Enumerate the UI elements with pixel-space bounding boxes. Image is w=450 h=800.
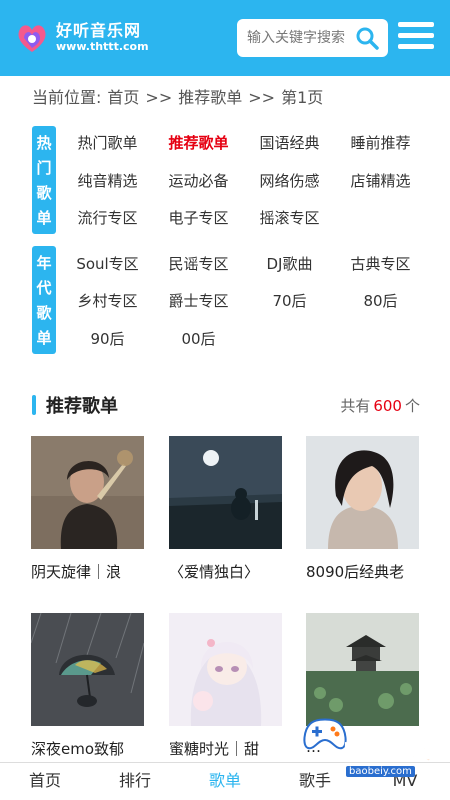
menu-icon-bar bbox=[398, 22, 434, 27]
count-prefix: 共有 bbox=[340, 397, 371, 415]
hot-playlists-category: 热 门 歌 单 热门歌单 推荐歌单 国语经典 睡前推荐 纯音精选 运动必备 网络… bbox=[32, 126, 422, 236]
category-item-folk[interactable]: 民谣专区 bbox=[153, 253, 244, 274]
category-item-80s[interactable]: 80后 bbox=[335, 290, 426, 311]
era-category-tag: 年 代 歌 单 bbox=[32, 246, 56, 354]
category-item-pop[interactable]: 流行专区 bbox=[62, 207, 153, 228]
playlist-cover bbox=[31, 613, 144, 726]
tag-char: 单 bbox=[36, 209, 52, 227]
playlist-title: 阴天旋律｜浪 bbox=[31, 563, 122, 581]
category-item-electronic[interactable]: 电子专区 bbox=[153, 207, 244, 228]
playlist-card[interactable]: 8090后经典老 bbox=[306, 436, 419, 582]
search-button[interactable] bbox=[347, 19, 387, 57]
menu-icon-bar bbox=[398, 33, 434, 38]
playlist-card[interactable]: 阴天旋律｜浪 bbox=[31, 436, 144, 582]
category-item-jazz[interactable]: 爵士专区 bbox=[153, 290, 244, 311]
category-item-bedtime[interactable]: 睡前推荐 bbox=[335, 132, 426, 153]
tag-char: 单 bbox=[36, 329, 52, 347]
category-item-workout[interactable]: 运动必备 bbox=[153, 170, 244, 191]
breadcrumb-separator: >> bbox=[145, 88, 173, 107]
nav-playlists[interactable]: 歌单 bbox=[180, 763, 270, 800]
category-item-00s[interactable]: 00后 bbox=[153, 328, 244, 349]
era-playlists-category: 年 代 歌 单 Soul专区 民谣专区 DJ歌曲 古典专区 乡村专区 爵士专区 … bbox=[32, 246, 422, 356]
tag-char: 歌 bbox=[36, 304, 52, 322]
category-item-70s[interactable]: 70后 bbox=[244, 290, 335, 311]
breadcrumb-prefix: 当前位置: bbox=[32, 88, 102, 107]
menu-icon-bar bbox=[398, 44, 434, 49]
breadcrumb-page: 第1页 bbox=[281, 88, 324, 107]
category-item-recommended[interactable]: 推荐歌单 bbox=[153, 132, 244, 153]
breadcrumb-section[interactable]: 推荐歌单 bbox=[178, 88, 242, 107]
nav-charts[interactable]: 排行 bbox=[90, 763, 180, 800]
category-item-store-picks[interactable]: 店铺精选 bbox=[335, 170, 426, 191]
category-item-mandarin-classics[interactable]: 国语经典 bbox=[244, 132, 335, 153]
playlist-count: 共有 600 个 bbox=[340, 395, 420, 416]
tag-char: 歌 bbox=[36, 184, 52, 202]
count-suffix: 个 bbox=[404, 397, 420, 415]
category-item-90s[interactable]: 90后 bbox=[62, 328, 153, 349]
playlist-title: 深夜emo致郁 bbox=[31, 740, 125, 758]
nav-home[interactable]: 首页 bbox=[0, 763, 90, 800]
tag-char: 代 bbox=[36, 279, 52, 297]
tag-char: 热 bbox=[36, 134, 52, 152]
site-logo[interactable]: 好听音乐网 www.thttt.com bbox=[14, 18, 149, 58]
breadcrumb: 当前位置: 首页 >> 推荐歌单 >> 第1页 bbox=[32, 84, 329, 108]
playlist-cover bbox=[306, 436, 419, 549]
watermark-url: baobeiy.com bbox=[346, 766, 415, 777]
search-box bbox=[237, 19, 388, 57]
logo-url: www.thttt.com bbox=[56, 40, 149, 53]
category-item-pure-music[interactable]: 纯音精选 bbox=[62, 170, 153, 191]
tag-char: 年 bbox=[36, 254, 52, 272]
category-item-soul[interactable]: Soul专区 bbox=[62, 253, 153, 274]
playlist-card[interactable]: 深夜emo致郁 bbox=[31, 613, 144, 759]
count-number: 600 bbox=[373, 397, 402, 415]
logo-icon bbox=[14, 20, 50, 56]
category-item-classical[interactable]: 古典专区 bbox=[335, 253, 426, 274]
logo-title: 好听音乐网 bbox=[56, 21, 142, 40]
category-item-sad-online[interactable]: 网络伤感 bbox=[244, 170, 335, 191]
search-input[interactable] bbox=[237, 20, 347, 56]
tag-char: 门 bbox=[36, 159, 52, 177]
playlist-card[interactable]: 〈爱情独白〉 bbox=[169, 436, 282, 582]
watermark-text: 宝贝游戏网 bbox=[343, 740, 450, 766]
hot-category-tag: 热 门 歌 单 bbox=[32, 126, 56, 234]
recommended-section-header: 推荐歌单 共有 600 个 bbox=[32, 392, 420, 418]
playlist-card[interactable]: 蜜糖时光｜甜 bbox=[169, 613, 282, 759]
breadcrumb-separator: >> bbox=[248, 88, 276, 107]
category-item-hot[interactable]: 热门歌单 bbox=[62, 132, 153, 153]
site-watermark: 宝贝游戏网 baobeiy.com bbox=[300, 708, 450, 782]
section-accent-bar bbox=[32, 395, 36, 415]
playlist-cover bbox=[31, 436, 144, 549]
breadcrumb-home[interactable]: 首页 bbox=[107, 88, 139, 107]
menu-button[interactable] bbox=[398, 22, 434, 54]
section-title: 推荐歌单 bbox=[46, 396, 118, 417]
top-header: 好听音乐网 www.thttt.com bbox=[0, 0, 450, 76]
playlist-cover bbox=[169, 613, 282, 726]
playlist-title: 蜜糖时光｜甜 bbox=[169, 740, 260, 758]
category-item-dj[interactable]: DJ歌曲 bbox=[244, 253, 335, 274]
gamepad-icon bbox=[303, 718, 347, 750]
category-item-rock[interactable]: 摇滚专区 bbox=[244, 207, 335, 228]
search-icon bbox=[356, 27, 379, 50]
playlist-title: 〈爱情独白〉 bbox=[169, 563, 260, 581]
playlist-cover bbox=[169, 436, 282, 549]
category-item-country[interactable]: 乡村专区 bbox=[62, 290, 153, 311]
playlist-title: 8090后经典老 bbox=[306, 563, 405, 581]
